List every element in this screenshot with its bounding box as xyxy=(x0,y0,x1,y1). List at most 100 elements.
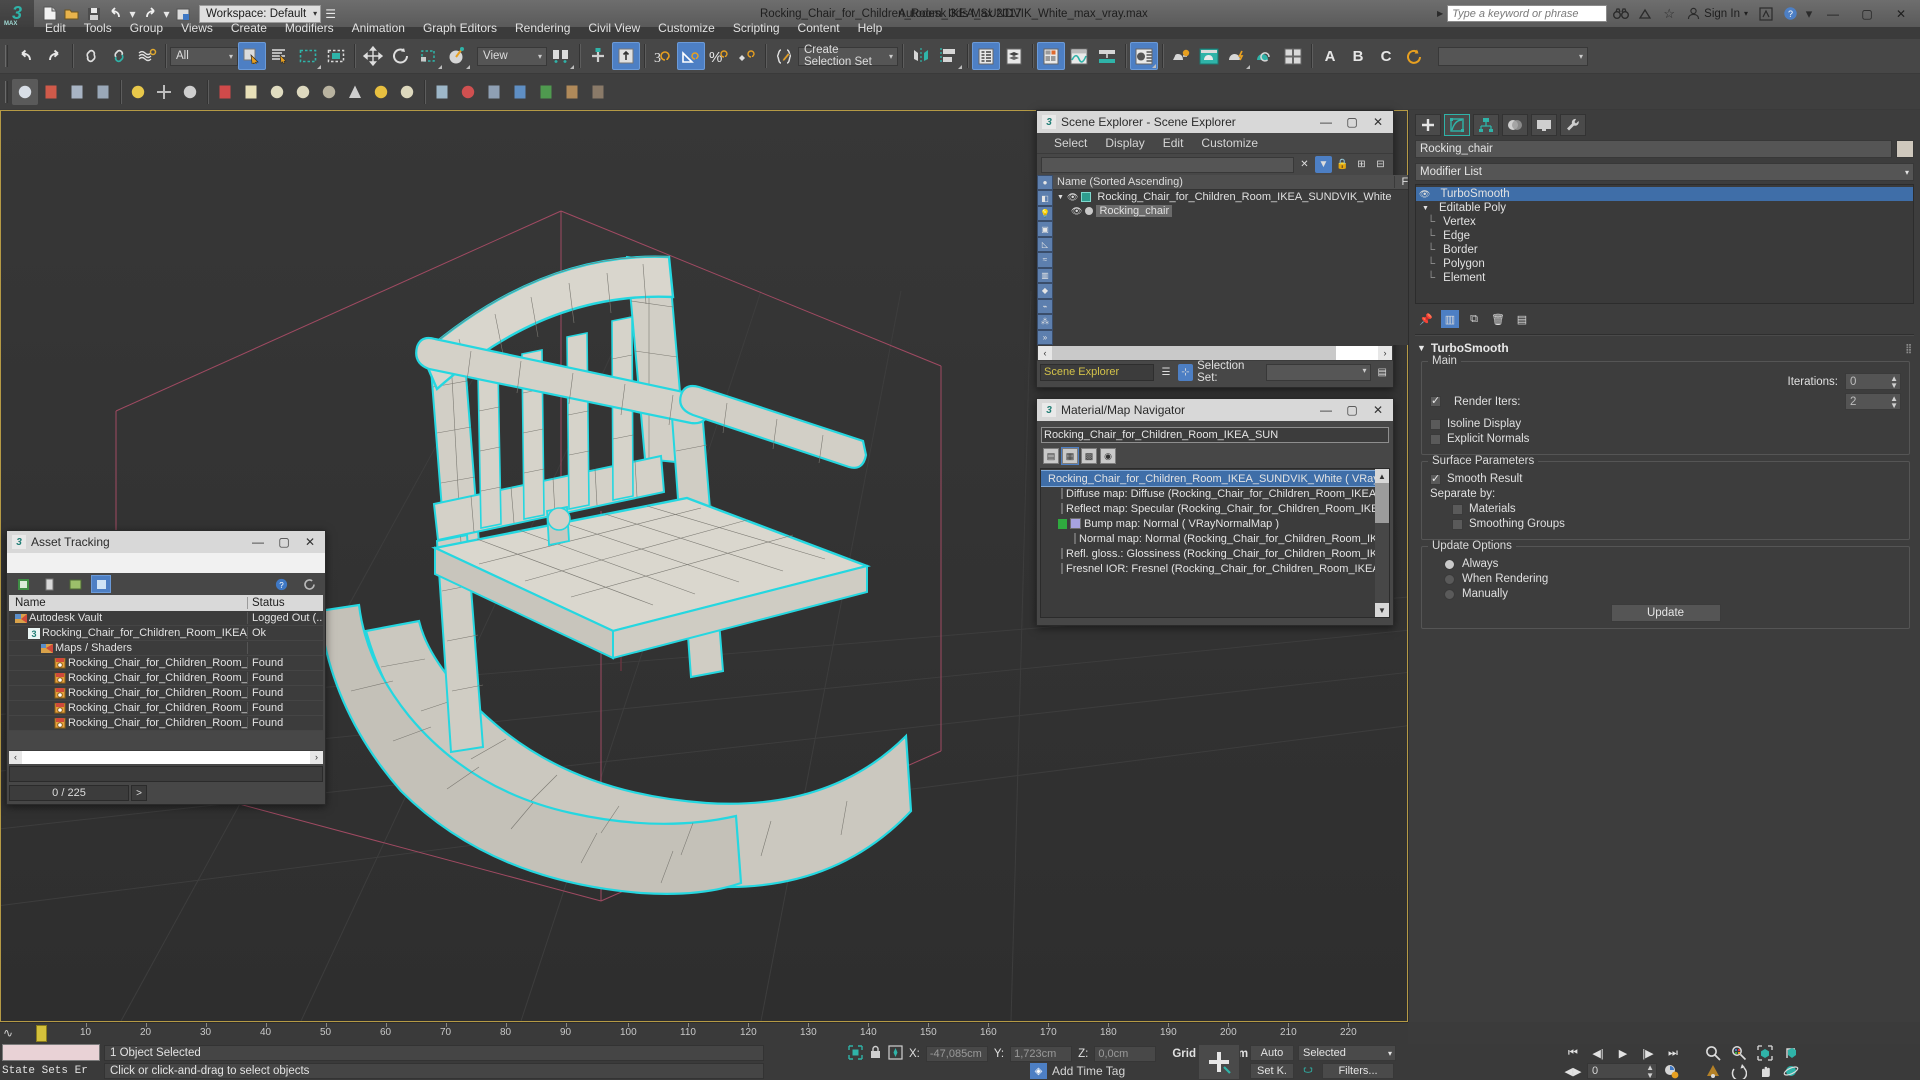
make-unique-icon[interactable]: ⧉ xyxy=(1465,310,1483,328)
menu-item-customize[interactable]: Customize xyxy=(649,19,724,37)
separate-materials-checkbox[interactable] xyxy=(1452,503,1463,515)
tab-xrefs-icon[interactable] xyxy=(65,575,85,593)
visibility-eye-icon[interactable]: 👁 xyxy=(1067,192,1078,203)
minimize-button[interactable]: — xyxy=(245,532,271,552)
mirror-button[interactable] xyxy=(907,42,935,70)
bulb2-icon[interactable] xyxy=(368,79,394,105)
remove-modifier-icon[interactable]: 🗑 xyxy=(1489,310,1507,328)
auto-key-button[interactable]: Auto xyxy=(1250,1045,1294,1061)
material-tree-row[interactable]: Reflect map: Specular (Rocking_Chair_for… xyxy=(1041,501,1375,516)
key-step-icon[interactable]: ◀▶ xyxy=(1562,1063,1584,1079)
arc-rotate-icon[interactable] xyxy=(1726,1062,1752,1080)
minimize-button[interactable]: — xyxy=(1313,400,1339,420)
filter-helpers-icon[interactable]: ◺ xyxy=(1037,236,1053,253)
y-field[interactable]: 1,723cm xyxy=(1010,1045,1073,1062)
percent-snap-toggle-button[interactable]: % xyxy=(705,42,733,70)
state-sets-label[interactable]: State Sets Er xyxy=(2,1063,100,1079)
use-pivot-point-center-button[interactable] xyxy=(547,42,575,70)
material-tree-row[interactable]: Diffuse map: Diffuse (Rocking_Chair_for_… xyxy=(1041,486,1375,501)
filter-cameras-icon[interactable]: ▣ xyxy=(1037,221,1053,237)
filter-xrefs-icon[interactable]: ◆ xyxy=(1037,283,1053,299)
view-large-icons-icon[interactable]: ◉ xyxy=(1100,448,1116,464)
expand-arrow-icon[interactable]: ▼ xyxy=(1422,205,1429,212)
update-button[interactable]: Update xyxy=(1610,604,1721,622)
asset-tracking-titlebar[interactable]: 3 Asset Tracking — ▢ ✕ xyxy=(7,531,325,553)
sphere2-icon[interactable] xyxy=(394,79,420,105)
toggle-scene-explorer-button[interactable] xyxy=(972,42,1000,70)
hand-icon[interactable] xyxy=(429,79,455,105)
scene-explorer-row[interactable]: 👁Rocking_chair❄ xyxy=(1053,204,1462,218)
zoom-icon[interactable] xyxy=(1700,1044,1726,1062)
tab-display[interactable] xyxy=(1531,113,1557,136)
x-field[interactable]: -47,085cm xyxy=(925,1045,988,1062)
select-and-move-button[interactable] xyxy=(359,42,387,70)
track-bar[interactable]: ∿ 10 20 30 40 50 60 70 80 90 100 110 120 130 140 150 16… xyxy=(0,1022,1408,1044)
configure-modifier-sets-icon[interactable]: ▤ xyxy=(1513,310,1531,328)
scene-explorer-row[interactable]: ▼ 👁 Rocking_Chair_for_Children_Room_IKEA_S… xyxy=(1053,190,1462,204)
select-and-rotate-button[interactable] xyxy=(387,42,415,70)
timeline-ruler[interactable]: 10 20 30 40 50 60 70 80 90 100 110 120 130 140 150 160 1… xyxy=(28,1023,1408,1045)
menu-item-graph-editors[interactable]: Graph Editors xyxy=(414,19,506,37)
edit-named-selection-sets-button[interactable] xyxy=(770,42,798,70)
go-to-end-icon[interactable]: ⏭ xyxy=(1662,1045,1684,1061)
select-and-link-button[interactable] xyxy=(77,42,105,70)
se-menu-select[interactable]: Select xyxy=(1045,135,1096,151)
scroll-track[interactable] xyxy=(22,750,310,764)
cone-icon[interactable] xyxy=(342,79,368,105)
asset-table-row[interactable]: Rocking_Chair_for_Children_Room_IKEA_...… xyxy=(9,716,323,731)
modifier-stack-item[interactable]: └ Element xyxy=(1416,271,1913,285)
building-icon[interactable] xyxy=(90,79,116,105)
bind-to-space-warp-button[interactable] xyxy=(133,42,161,70)
text-tool-a-button[interactable]: A xyxy=(1316,42,1344,70)
render-production-button[interactable] xyxy=(1223,42,1251,70)
turbosmooth-rollout-header[interactable]: ▼ TurboSmooth ⣿ xyxy=(1409,337,1920,359)
material-tree[interactable]: Rocking_Chair_for_Children_Room_IKEA_SUN… xyxy=(1040,468,1390,618)
se-menu-customize[interactable]: Customize xyxy=(1192,135,1267,151)
minimize-button[interactable]: — xyxy=(1313,112,1339,132)
pot-icon[interactable] xyxy=(316,79,342,105)
tab-hierarchy[interactable] xyxy=(1473,113,1499,136)
scene-explorer-window[interactable]: 3 Scene Explorer - Scene Explorer — ▢ ✕ … xyxy=(1036,110,1463,388)
material-editor-button[interactable] xyxy=(1130,42,1158,70)
select-by-name-button[interactable] xyxy=(266,42,294,70)
filter-geometry-icon[interactable]: ● xyxy=(1037,175,1053,191)
z-field[interactable]: 0,0cm xyxy=(1094,1045,1157,1062)
object-color-swatch[interactable] xyxy=(1896,140,1914,158)
view-small-icons-icon[interactable]: ▦ xyxy=(1061,447,1079,465)
spinner-snap-toggle-button[interactable] xyxy=(733,42,761,70)
menu-item-modifiers[interactable]: Modifiers xyxy=(276,19,343,37)
moon-icon[interactable] xyxy=(177,79,203,105)
modifier-stack-item[interactable]: └ Border xyxy=(1416,243,1913,257)
menu-item-views[interactable]: Views xyxy=(172,19,222,37)
scroll-left-icon[interactable]: ‹ xyxy=(1038,346,1052,360)
orbit-icon[interactable] xyxy=(1778,1062,1804,1080)
plane-icon[interactable] xyxy=(238,79,264,105)
snaps-toggle-button[interactable] xyxy=(612,42,640,70)
scroll-down-icon[interactable]: ▼ xyxy=(1375,603,1389,617)
clear-search-icon[interactable]: ✕ xyxy=(1296,156,1313,173)
rendered-frame-window-button[interactable] xyxy=(1195,42,1223,70)
asset-table-row[interactable]: Rocking_Chair_for_Children_Room_IKEA_...… xyxy=(9,671,323,686)
material-tree-row[interactable]: Normal map: Normal (Rocking_Chair_for_Ch… xyxy=(1041,531,1375,546)
filter-particles-icon[interactable]: ⁂ xyxy=(1037,314,1053,330)
egg-icon[interactable] xyxy=(264,79,290,105)
angle-snap-toggle-button[interactable] xyxy=(677,42,705,70)
tab-create[interactable] xyxy=(1415,113,1441,136)
explorer-name-field[interactable]: Scene Explorer xyxy=(1040,363,1155,381)
update-manually-radio[interactable] xyxy=(1444,588,1455,600)
play-animation-icon[interactable]: ▶ xyxy=(1612,1045,1634,1061)
filter-lights-icon[interactable]: 💡 xyxy=(1037,205,1053,222)
pan-view-icon[interactable] xyxy=(1752,1062,1778,1080)
filter-shapes-icon[interactable]: ◧ xyxy=(1037,190,1053,206)
material-name-field[interactable]: Rocking_Chair_for_Children_Room_IKEA_SUN xyxy=(1041,427,1389,443)
selection-set-combo[interactable]: ▾ xyxy=(1265,363,1371,381)
modifier-list-combo[interactable]: Modifier List ▾ xyxy=(1415,163,1914,181)
scroll-up-icon[interactable]: ▲ xyxy=(1375,469,1389,483)
spinner-arrows-icon[interactable]: ▲ ▼ xyxy=(1646,1064,1654,1080)
time-configuration-icon[interactable] xyxy=(1660,1063,1682,1079)
render-iters-checkbox[interactable] xyxy=(1430,394,1441,407)
helper-icon[interactable] xyxy=(151,79,177,105)
asset-table-row[interactable]: Rocking_Chair_for_Children_Room_IKEA_...… xyxy=(9,656,323,671)
toolbar-grip[interactable] xyxy=(2,43,10,69)
undo-button[interactable] xyxy=(12,42,40,70)
